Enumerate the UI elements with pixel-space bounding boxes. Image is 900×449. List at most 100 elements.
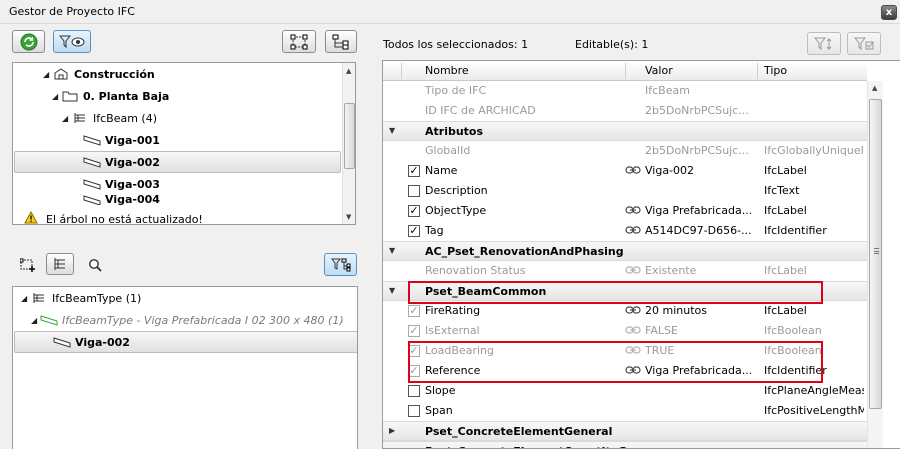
property-section[interactable]: ▼ AC_Pset_RenovationAndPhasing: [383, 241, 867, 261]
beam-icon: [83, 177, 101, 191]
close-button[interactable]: x: [881, 5, 897, 20]
filter-settings-icon: [814, 37, 834, 51]
expand-triangle-icon[interactable]: ◢: [43, 70, 52, 79]
project-tree[interactable]: ◢ Construcción ◢ 0. Planta Baja ◢ IfcBea…: [12, 62, 356, 225]
property-row[interactable]: ✓ IsExternal FALSE IfcBoolean: [383, 321, 867, 341]
beam-icon: [83, 133, 101, 147]
property-section[interactable]: ▶ Pset_ConcreteElementGeneral: [383, 421, 867, 441]
property-value[interactable]: Viga Prefabricada...: [645, 204, 763, 217]
property-value[interactable]: IfcBeam: [645, 84, 763, 97]
filter-check-button[interactable]: [847, 32, 881, 55]
column-value[interactable]: Valor: [645, 64, 673, 77]
highlight-boolean-props: [408, 341, 823, 383]
expand-triangle-icon[interactable]: ◢: [62, 114, 71, 123]
property-section[interactable]: ▶Pset_ConcreteElementQuantityGene...: [383, 441, 867, 448]
link-icon: [625, 325, 641, 338]
tree-item-viga-003[interactable]: Viga-003: [83, 173, 160, 195]
expand-triangle-icon[interactable]: ▶: [389, 426, 395, 435]
add-element-icon[interactable]: [19, 257, 38, 276]
refresh-icon: [20, 33, 38, 51]
property-row[interactable]: ✓ FireRating 20 minutos IfcLabel: [383, 301, 867, 321]
tree-item-ifcbeamtype[interactable]: ◢ IfcBeamType (1): [21, 287, 141, 309]
property-row[interactable]: ✓ Tag A514DC97-D656-... IfcIdentifier: [383, 221, 867, 241]
tree-item-viga-001[interactable]: Viga-001: [83, 129, 160, 151]
property-row[interactable]: Description IfcText: [383, 181, 867, 201]
collapse-triangle-icon[interactable]: ▼: [389, 126, 395, 135]
filter-view-button[interactable]: [53, 30, 91, 53]
scroll-up-icon[interactable]: ▲: [872, 84, 877, 92]
property-checkbox[interactable]: ✓: [408, 305, 420, 317]
list-icon: [30, 291, 48, 305]
tree-item-viga-004[interactable]: Viga-004: [83, 193, 160, 205]
property-type: IfcLabel: [764, 304, 807, 317]
property-name: Tipo de IFC: [425, 84, 487, 97]
expand-triangle-icon[interactable]: ◢: [21, 294, 30, 303]
property-name: Renovation Status: [425, 264, 526, 277]
property-row[interactable]: Slope IfcPlaneAngleMeasure: [383, 381, 867, 401]
property-checkbox[interactable]: ✓: [408, 325, 420, 337]
property-name: FireRating: [425, 304, 481, 317]
link-icon: [625, 205, 641, 218]
scroll-thumb[interactable]: [869, 99, 882, 409]
property-row[interactable]: ID IFC de ARCHICAD 2b5DoNrbPCSujc...: [383, 101, 867, 121]
tree-item-planta-baja[interactable]: ◢ 0. Planta Baja: [52, 85, 169, 107]
property-checkbox[interactable]: ✓: [408, 205, 420, 217]
property-row[interactable]: ✓ ObjectType Viga Prefabricada... IfcLabel: [383, 201, 867, 221]
property-row[interactable]: GlobalId 2b5DoNrbPCSujc... IfcGloballyUniq…: [383, 141, 867, 161]
expand-triangle-icon[interactable]: ◢: [52, 92, 61, 101]
property-row[interactable]: Span IfcPositiveLengthMeasure: [383, 401, 867, 421]
property-value[interactable]: Viga-002: [645, 164, 763, 177]
beam-type-icon: [40, 313, 58, 327]
tree-item-type-viga-002[interactable]: Viga-002: [14, 331, 357, 353]
property-name: Slope: [425, 384, 456, 397]
property-checkbox[interactable]: ✓: [408, 165, 420, 177]
property-value[interactable]: Existente: [645, 264, 763, 277]
hierarchy-view-button[interactable]: [46, 253, 74, 275]
select-nodes-button[interactable]: [282, 30, 316, 53]
expand-triangle-icon[interactable]: ◢: [31, 316, 40, 325]
property-row[interactable]: ✓ Name Viga-002 IfcLabel: [383, 161, 867, 181]
property-name: Span: [425, 404, 453, 417]
tree-item-viga-002[interactable]: Viga-002: [14, 151, 341, 173]
property-value[interactable]: FALSE: [645, 324, 763, 337]
property-checkbox[interactable]: ✓: [408, 225, 420, 237]
property-value[interactable]: 2b5DoNrbPCSujc...: [645, 104, 763, 117]
property-name: GlobalId: [425, 144, 471, 157]
property-row[interactable]: Tipo de IFC IfcBeam: [383, 81, 867, 101]
tree-item-construccion[interactable]: ◢ Construcción: [43, 63, 155, 85]
refresh-button[interactable]: [12, 30, 45, 53]
property-checkbox[interactable]: [408, 405, 420, 417]
link-icon: [625, 225, 641, 238]
grid-scrollbar[interactable]: ▲: [867, 81, 883, 448]
column-name[interactable]: Nombre: [425, 64, 469, 77]
collapse-triangle-icon[interactable]: ▼: [389, 286, 395, 295]
property-value[interactable]: 2b5DoNrbPCSujc...: [645, 144, 763, 157]
filter-tree-button[interactable]: [324, 253, 357, 276]
property-section[interactable]: ▼ Atributos: [383, 121, 867, 141]
column-type[interactable]: Tipo: [764, 64, 787, 77]
collapse-triangle-icon[interactable]: ▼: [389, 246, 395, 255]
scroll-thumb[interactable]: [344, 103, 355, 169]
property-name: Tag: [425, 224, 444, 237]
search-icon[interactable]: [88, 258, 102, 275]
property-type: IfcLabel: [764, 204, 807, 217]
property-row[interactable]: Renovation Status Existente IfcLabel: [383, 261, 867, 281]
tree-item-beam-type[interactable]: ◢ IfcBeamType - Viga Prefabricada I 02 3…: [31, 309, 344, 331]
properties-grid[interactable]: Nombre Valor Tipo Tipo de IFC IfcBeam ID I…: [382, 60, 900, 449]
window-title: Gestor de Proyecto IFC: [9, 5, 135, 18]
scroll-up-icon[interactable]: ▲: [346, 67, 351, 75]
property-checkbox[interactable]: [408, 185, 420, 197]
hierarchy-icon: [53, 257, 67, 271]
property-value[interactable]: 20 minutos: [645, 304, 763, 317]
tree-item-ifcbeam[interactable]: ◢ IfcBeam (4): [62, 107, 157, 129]
scroll-down-icon[interactable]: ▼: [346, 213, 351, 221]
link-icon: [625, 165, 641, 178]
property-checkbox[interactable]: [408, 385, 420, 397]
property-value[interactable]: A514DC97-D656-...: [645, 224, 763, 237]
type-tree[interactable]: ◢ IfcBeamType (1) ◢ IfcBeamType - Viga P…: [12, 286, 358, 449]
property-type: IfcPlaneAngleMeasure: [764, 384, 864, 397]
property-name: IsExternal: [425, 324, 480, 337]
filter-settings-button[interactable]: [807, 32, 841, 55]
tree-scrollbar[interactable]: ▲ ▼: [342, 63, 355, 224]
structure-button[interactable]: [325, 30, 357, 53]
